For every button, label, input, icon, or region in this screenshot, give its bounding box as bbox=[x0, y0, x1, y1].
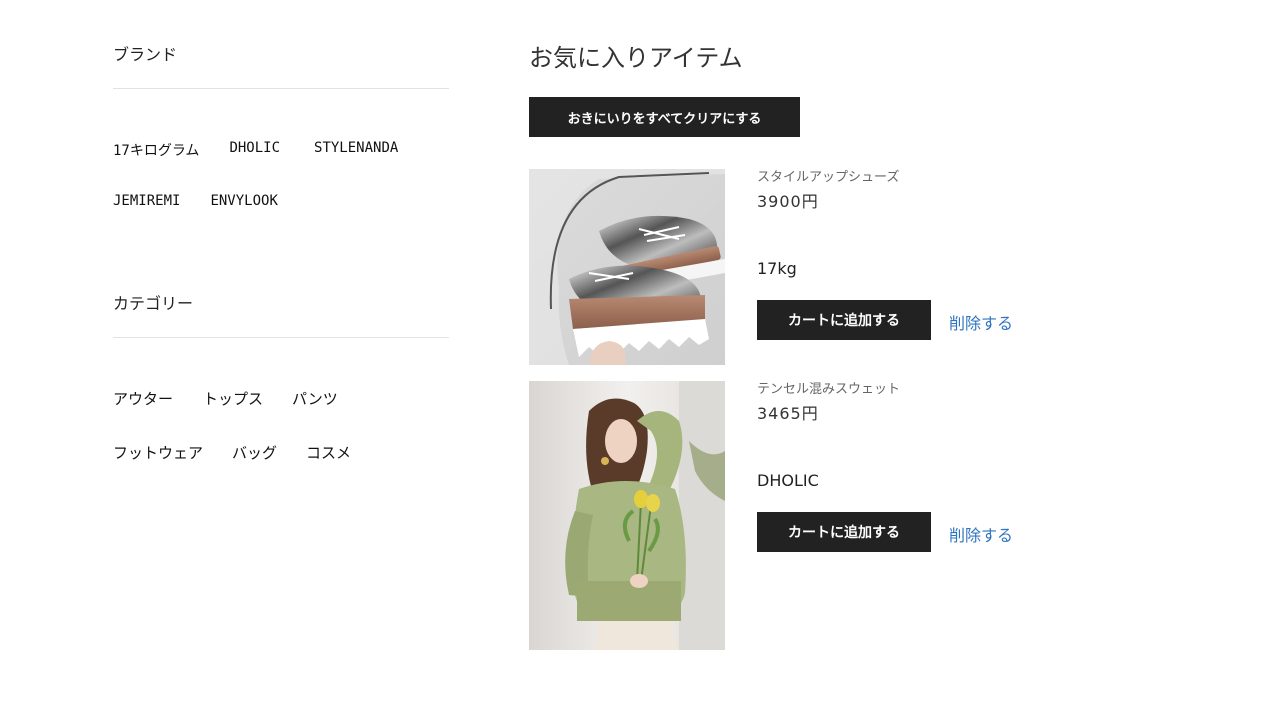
item-info: スタイルアップシューズ 3900円 17kg カートに追加する 削除する bbox=[757, 169, 1197, 340]
add-to-cart-button[interactable]: カートに追加する bbox=[757, 300, 931, 340]
brand-section-title: ブランド bbox=[113, 45, 178, 64]
category-section-title: カテゴリー bbox=[113, 294, 194, 313]
page-title: お気に入りアイテム bbox=[529, 44, 743, 72]
remove-item-link[interactable]: 削除する bbox=[949, 310, 1013, 334]
category-link-pants[interactable]: パンツ bbox=[292, 388, 338, 409]
product-image-sweatshirt[interactable] bbox=[529, 381, 725, 650]
brand-list: 17キログラム DHOLIC STYLENANDA JEMIREMI ENVYL… bbox=[113, 140, 398, 209]
category-section: カテゴリー bbox=[113, 293, 449, 338]
brand-link-stylenanda[interactable]: STYLENANDA bbox=[314, 140, 398, 160]
item-brand: 17kg bbox=[757, 259, 797, 278]
brand-divider bbox=[113, 88, 449, 89]
brand-link-dholic[interactable]: DHOLIC bbox=[229, 140, 280, 160]
favorites-main: お気に入りアイテム おきにいりをすべてクリアにする スタイルアップシューズ 39… bbox=[529, 40, 1229, 650]
category-link-outer[interactable]: アウター bbox=[113, 388, 173, 409]
item-brand: DHOLIC bbox=[757, 471, 819, 490]
shoes-image bbox=[529, 169, 725, 365]
brand-link-17kg[interactable]: 17キログラム bbox=[113, 140, 199, 160]
category-divider bbox=[113, 337, 449, 338]
category-link-tops[interactable]: トップス bbox=[203, 388, 263, 409]
item-name[interactable]: スタイルアップシューズ bbox=[757, 169, 1197, 187]
category-list: アウター トップス パンツ フットウェア バッグ コスメ bbox=[113, 388, 351, 463]
category-link-footwear[interactable]: フットウェア bbox=[113, 442, 203, 463]
sweatshirt-image bbox=[529, 381, 725, 650]
sidebar: ブランド 17キログラム DHOLIC STYLENANDA JEMIREMI … bbox=[113, 44, 449, 462]
clear-all-favorites-button[interactable]: おきにいりをすべてクリアにする bbox=[529, 97, 800, 137]
add-to-cart-button[interactable]: カートに追加する bbox=[757, 512, 931, 552]
category-link-bags[interactable]: バッグ bbox=[232, 442, 277, 463]
item-info: テンセル混みスウェット 3465円 DHOLIC カートに追加する 削除する bbox=[757, 381, 1197, 552]
category-link-cosme[interactable]: コスメ bbox=[306, 442, 351, 463]
product-image-shoes[interactable] bbox=[529, 169, 725, 365]
brand-link-jemiremi[interactable]: JEMIREMI bbox=[113, 193, 180, 209]
brand-link-envylook[interactable]: ENVYLOOK bbox=[210, 193, 277, 209]
item-price: 3900円 bbox=[757, 192, 819, 211]
item-name[interactable]: テンセル混みスウェット bbox=[757, 381, 1197, 399]
remove-item-link[interactable]: 削除する bbox=[949, 522, 1013, 546]
item-price: 3465円 bbox=[757, 404, 819, 423]
